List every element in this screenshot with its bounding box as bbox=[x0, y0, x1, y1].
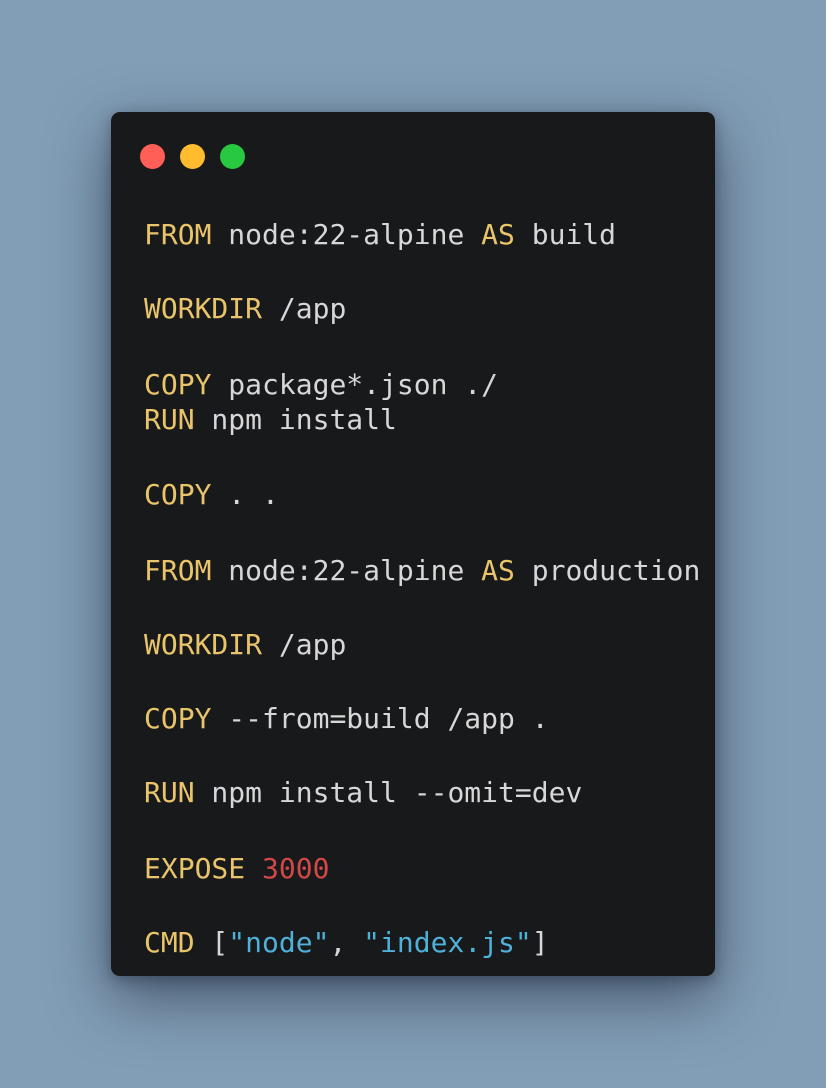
code-line: COPY . . bbox=[144, 477, 279, 513]
code-line: EXPOSE 3000 bbox=[144, 851, 329, 887]
close-button[interactable] bbox=[140, 144, 165, 169]
code-text: ] bbox=[531, 926, 549, 959]
code-keyword: RUN bbox=[144, 403, 195, 436]
code-line: COPY --from=build /app . bbox=[144, 701, 549, 737]
code-text: [ bbox=[194, 926, 229, 959]
code-text: production bbox=[514, 554, 701, 587]
code-line: COPY package*.json ./ bbox=[144, 367, 498, 403]
code-number: 3000 bbox=[262, 852, 330, 885]
code-keyword: CMD bbox=[144, 926, 195, 959]
code-keyword: WORKDIR bbox=[144, 628, 263, 661]
code-keyword: FROM bbox=[144, 554, 212, 587]
code-string: "index.js" bbox=[363, 926, 532, 959]
code-text: build bbox=[514, 218, 617, 251]
code-text: package*.json ./ bbox=[211, 368, 499, 401]
code-line: FROM node:22-alpine AS build bbox=[144, 217, 616, 253]
code-line: RUN npm install bbox=[144, 402, 397, 438]
code-keyword: EXPOSE bbox=[144, 852, 246, 885]
code-text: --from=build /app . bbox=[211, 702, 549, 735]
maximize-button[interactable] bbox=[220, 144, 245, 169]
code-text: npm install bbox=[194, 403, 397, 436]
code-line: CMD ["node", "index.js"] bbox=[144, 925, 549, 961]
code-text: , bbox=[329, 926, 364, 959]
minimize-button[interactable] bbox=[180, 144, 205, 169]
window-controls bbox=[140, 144, 245, 169]
code-keyword: COPY bbox=[144, 368, 212, 401]
code-text: node:22-alpine bbox=[211, 554, 482, 587]
code-window: FROM node:22-alpine AS build WORKDIR /app… bbox=[111, 112, 715, 976]
code-text: npm install --omit=dev bbox=[194, 776, 583, 809]
code-text: /app bbox=[262, 292, 347, 325]
code-keyword: FROM bbox=[144, 218, 212, 251]
code-keyword: COPY bbox=[144, 702, 212, 735]
code-line: WORKDIR /app bbox=[144, 627, 346, 663]
code-keyword: COPY bbox=[144, 478, 212, 511]
code-text: node:22-alpine bbox=[211, 218, 482, 251]
code-line: RUN npm install --omit=dev bbox=[144, 775, 582, 811]
code-keyword: WORKDIR bbox=[144, 292, 263, 325]
code-keyword: AS bbox=[481, 554, 515, 587]
code-keyword: AS bbox=[481, 218, 515, 251]
code-line: WORKDIR /app bbox=[144, 291, 346, 327]
code-keyword: RUN bbox=[144, 776, 195, 809]
code-line: FROM node:22-alpine AS production bbox=[144, 553, 700, 589]
code-text: . . bbox=[211, 478, 279, 511]
code-text: /app bbox=[262, 628, 347, 661]
code-string: "node" bbox=[228, 926, 330, 959]
